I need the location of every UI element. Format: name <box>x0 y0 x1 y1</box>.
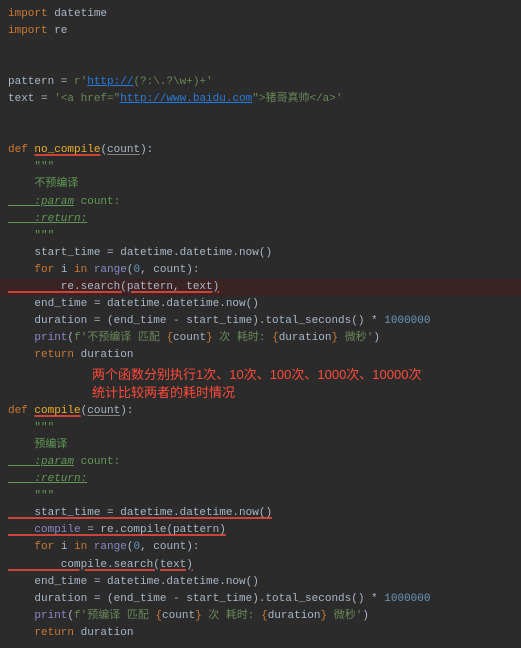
code-line: duration = (end_time - start_time).total… <box>8 591 513 608</box>
function-name: compile <box>34 405 80 417</box>
docstring: 不预编译 <box>8 176 513 193</box>
code-line: for i in range(0, count): <box>8 539 513 556</box>
code-line: def compile(count): <box>8 403 513 420</box>
code-line: compile.search(text) <box>8 557 513 574</box>
docstring: :param count: <box>8 194 513 211</box>
code-line: end_time = datetime.datetime.now() <box>8 296 513 313</box>
code-line: import datetime <box>8 6 513 23</box>
code-line: import re <box>8 23 513 40</box>
code-editor: import datetime import re pattern = r'ht… <box>0 0 521 648</box>
code-line: return duration <box>8 347 513 364</box>
code-line: print(f'预编译 匹配 {count} 次 耗时: {duration} … <box>8 608 513 625</box>
url-link[interactable]: http://www.baidu.com <box>120 93 252 105</box>
code-line: return duration <box>8 625 513 642</box>
code-line: compile = re.compile(pattern) <box>8 522 513 539</box>
docstring: 预编译 <box>8 437 513 454</box>
function-name: no_compile <box>34 144 100 156</box>
blank-line <box>8 57 513 74</box>
docstring: :param count: <box>8 454 513 471</box>
blank-line <box>8 125 513 142</box>
docstring: """ <box>8 159 513 176</box>
annotation-text: 统计比较两者的耗时情况 <box>8 384 513 402</box>
url-link[interactable]: http:// <box>87 76 133 88</box>
docstring: :return: <box>8 211 513 228</box>
docstring: """ <box>8 488 513 505</box>
code-line: start_time = datetime.datetime.now() <box>8 505 513 522</box>
blank-line <box>8 40 513 57</box>
code-line: for i in range(0, count): <box>8 262 513 279</box>
annotation: 两个函数分别执行1次、10次、100次、1000次、10000次 统计比较两者的… <box>8 366 513 401</box>
keyword: import <box>8 8 48 20</box>
blank-line <box>8 108 513 125</box>
code-line: pattern = r'http://(?:\.?\w+)+' <box>8 74 513 91</box>
code-line: start_time = datetime.datetime.now() <box>8 245 513 262</box>
code-line: end_time = datetime.datetime.now() <box>8 574 513 591</box>
docstring: :return: <box>8 471 513 488</box>
code-line: duration = (end_time - start_time).total… <box>8 313 513 330</box>
param: count <box>107 144 140 156</box>
annotation-text: 两个函数分别执行1次、10次、100次、1000次、10000次 <box>8 366 513 384</box>
highlight-line: re.search(pattern, text) <box>0 279 521 296</box>
docstring: """ <box>8 228 513 245</box>
param: count <box>87 405 120 417</box>
code-line: def no_compile(count): <box>8 142 513 159</box>
code-line: print(f'不预编译 匹配 {count} 次 耗时: {duration}… <box>8 330 513 347</box>
code-line: text = '<a href="http://www.baidu.com">猪… <box>8 91 513 108</box>
docstring: """ <box>8 420 513 437</box>
